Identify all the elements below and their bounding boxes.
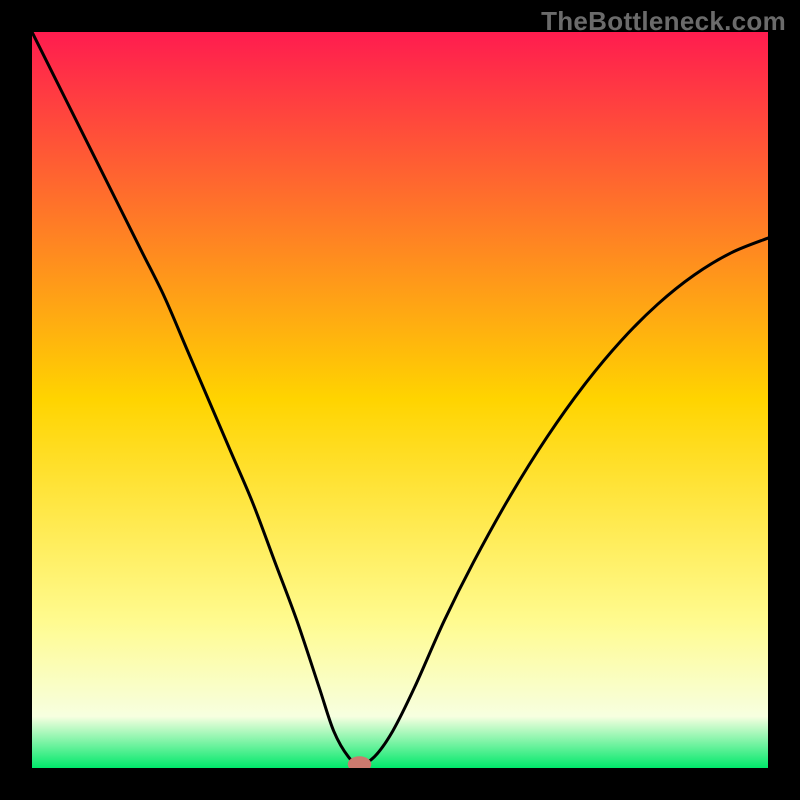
chart-background [32,32,768,768]
bottleneck-chart [32,32,768,768]
chart-frame: TheBottleneck.com [0,0,800,800]
